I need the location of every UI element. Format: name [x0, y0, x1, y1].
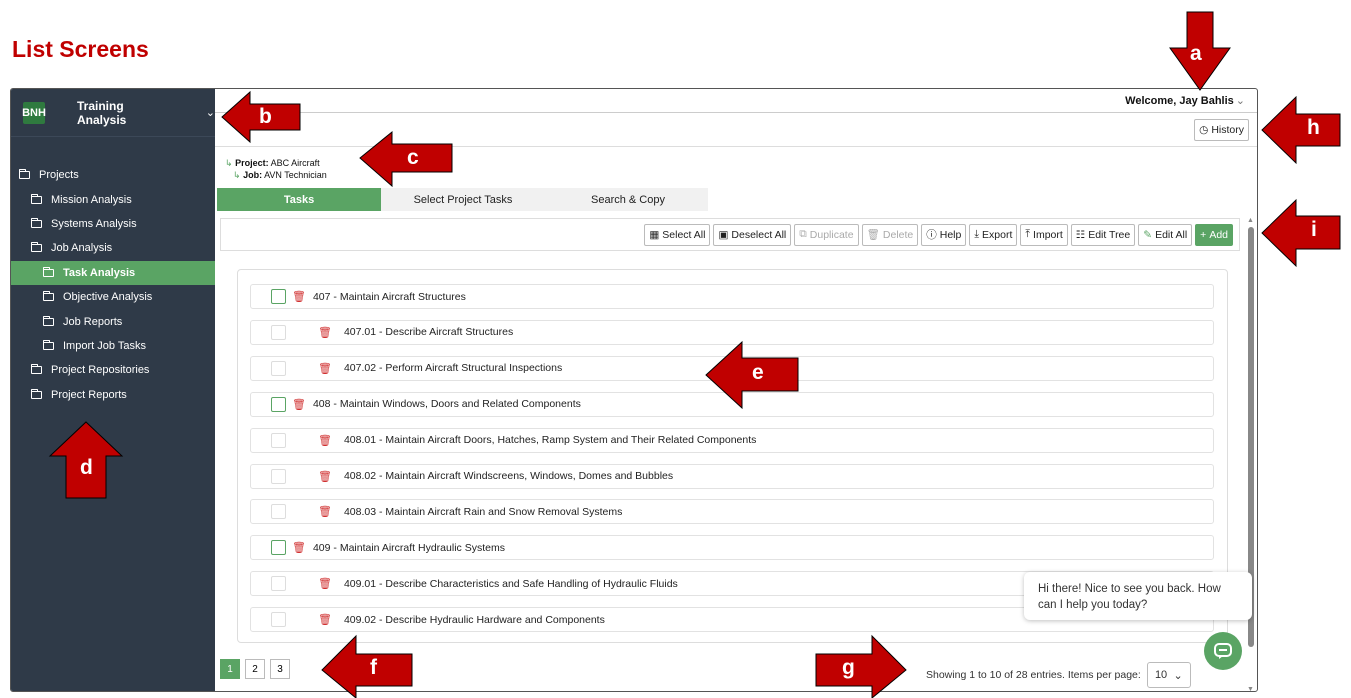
annotation-label-d: d — [80, 456, 93, 479]
annotation-label-g: g — [842, 656, 855, 679]
annotation-arrow-g — [815, 634, 907, 698]
annotation-label-a: a — [1190, 42, 1202, 65]
annotation-arrow-h — [1261, 95, 1341, 165]
annotation-label-i: i — [1311, 218, 1317, 241]
annotation-arrow-i — [1261, 198, 1341, 268]
annotation-label-f: f — [370, 656, 377, 679]
annotation-label-b: b — [259, 105, 272, 128]
annotation-label-h: h — [1307, 116, 1320, 139]
annotation-label-e: e — [752, 361, 764, 384]
annotation-layer — [48, 11, 1341, 698]
annotation-label-c: c — [407, 146, 419, 169]
annotation-arrow-f — [321, 634, 413, 698]
annotation-arrow-c — [359, 130, 453, 188]
